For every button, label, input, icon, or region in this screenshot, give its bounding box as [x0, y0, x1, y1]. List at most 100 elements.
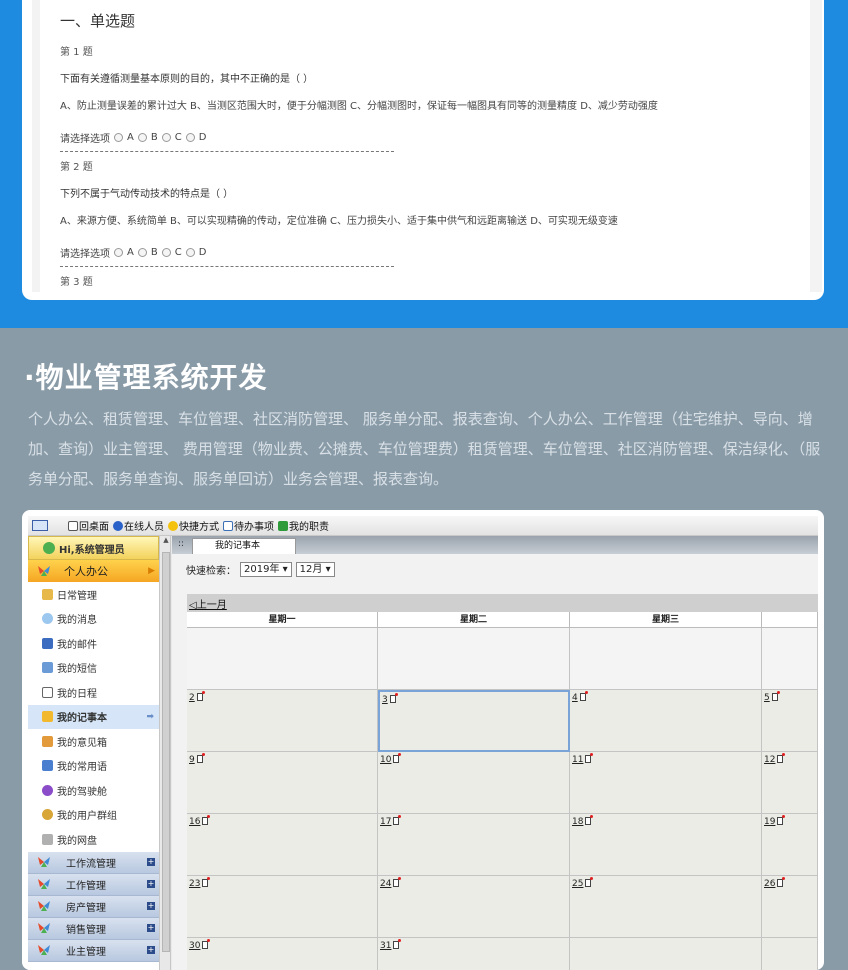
sidebar-item-netdisk[interactable]: 我的网盘 — [28, 827, 159, 852]
sidebar-item-cockpit[interactable]: 我的驾驶舱 — [28, 778, 159, 803]
add-note-icon[interactable] — [777, 877, 786, 887]
add-note-icon[interactable] — [585, 753, 594, 763]
expand-icon[interactable]: + — [147, 924, 155, 932]
calendar-day[interactable]: 2 — [187, 690, 378, 752]
add-note-icon[interactable] — [393, 877, 402, 887]
add-note-icon[interactable] — [579, 691, 588, 701]
sidebar-item-notebook[interactable]: 我的记事本 ➡ — [28, 704, 159, 729]
month-select[interactable]: 12月 ▾ — [295, 561, 335, 577]
add-note-icon[interactable] — [202, 939, 211, 949]
add-note-icon[interactable] — [389, 693, 398, 703]
tab-notebook[interactable]: 我的记事本 — [192, 538, 296, 554]
add-note-icon[interactable] — [393, 815, 402, 825]
calendar-day[interactable]: 9 — [187, 752, 378, 814]
calendar-day[interactable]: 31 — [378, 938, 570, 970]
add-note-icon[interactable] — [196, 691, 205, 701]
calendar-day[interactable]: 5 — [762, 690, 818, 752]
radio-a[interactable] — [114, 133, 123, 142]
toolbar-online-users[interactable]: 在线人员 — [113, 518, 164, 533]
calendar-day[interactable]: 18 — [570, 814, 762, 876]
calendar-day[interactable]: 17 — [378, 814, 570, 876]
add-note-icon[interactable] — [585, 877, 594, 887]
sidebar-group-owner[interactable]: 业主管理 + — [28, 939, 159, 962]
add-note-icon[interactable] — [393, 939, 402, 949]
day-number[interactable]: 12 — [764, 755, 775, 765]
day-number[interactable]: 16 — [189, 817, 200, 827]
year-select[interactable]: 2019年 ▾ — [240, 561, 292, 577]
sidebar-group-workflow[interactable]: 工作流管理 + — [28, 851, 159, 874]
expand-icon[interactable]: + — [147, 880, 155, 888]
expand-icon[interactable]: + — [147, 946, 155, 954]
scroll-thumb[interactable] — [162, 552, 170, 952]
day-number[interactable]: 25 — [572, 879, 583, 889]
calendar-day[interactable]: 10 — [378, 752, 570, 814]
expand-icon[interactable]: + — [147, 902, 155, 910]
day-number[interactable]: 31 — [380, 941, 391, 951]
radio-a[interactable] — [114, 248, 123, 257]
scroll-up-icon[interactable]: ▲ — [161, 536, 171, 548]
add-note-icon[interactable] — [393, 753, 402, 763]
calendar-day[interactable]: 25 — [570, 876, 762, 938]
sidebar-group-property[interactable]: 房产管理 + — [28, 895, 159, 918]
day-number[interactable]: 24 — [380, 879, 391, 889]
toolbar-duties[interactable]: 我的职责 — [278, 518, 329, 533]
sidebar-item-user-groups[interactable]: 我的用户群组 — [28, 803, 159, 828]
day-number[interactable]: 26 — [764, 879, 775, 889]
day-number[interactable]: 30 — [189, 941, 200, 951]
radio-b[interactable] — [137, 133, 147, 142]
sidebar-item-sms[interactable]: 我的短信 — [28, 656, 159, 681]
calendar-day[interactable]: 24 — [378, 876, 570, 938]
sidebar-group-work[interactable]: 工作管理 + — [28, 873, 159, 896]
day-number[interactable]: 19 — [764, 817, 775, 827]
add-note-icon[interactable] — [585, 815, 594, 825]
calendar-day[interactable]: 4 — [570, 690, 762, 752]
toolbar-todo[interactable]: 待办事项 — [223, 518, 274, 533]
add-note-icon[interactable] — [771, 691, 780, 701]
calendar-day[interactable] — [187, 628, 378, 690]
day-number[interactable]: 17 — [380, 817, 391, 827]
calendar-day[interactable]: 23 — [187, 876, 378, 938]
calendar-day[interactable] — [762, 628, 818, 690]
radio-c[interactable] — [161, 133, 171, 142]
sidebar-scrollbar[interactable]: ▲ — [161, 536, 171, 970]
calendar-day[interactable] — [378, 628, 570, 690]
sidebar-item-mail[interactable]: 我的邮件 — [28, 631, 159, 656]
toolbar-shortcuts[interactable]: 快捷方式 — [168, 518, 219, 533]
day-number[interactable]: 2 — [189, 693, 195, 703]
sidebar-head-personal-office[interactable]: 个人办公 ▶ — [28, 560, 159, 582]
day-number[interactable]: 23 — [189, 879, 200, 889]
calendar-day[interactable] — [570, 628, 762, 690]
day-number[interactable]: 3 — [382, 695, 388, 705]
calendar-day[interactable]: 11 — [570, 752, 762, 814]
calendar-day[interactable]: 12 — [762, 752, 818, 814]
radio-d[interactable] — [185, 248, 195, 257]
calendar-day[interactable]: 16 — [187, 814, 378, 876]
calendar-day[interactable] — [762, 938, 818, 970]
toolbar-home[interactable]: 回桌面 — [68, 518, 109, 533]
radio-d[interactable] — [185, 133, 195, 142]
add-note-icon[interactable] — [202, 815, 211, 825]
calendar-day[interactable]: 30 — [187, 938, 378, 970]
day-number[interactable]: 10 — [380, 755, 391, 765]
sidebar-item-phrases[interactable]: 我的常用语 — [28, 754, 159, 779]
radio-c[interactable] — [161, 248, 171, 257]
add-note-icon[interactable] — [196, 753, 205, 763]
sidebar-item-daily[interactable]: 日常管理 — [28, 582, 159, 607]
sidebar-item-schedule[interactable]: 我的日程 — [28, 680, 159, 705]
calendar-day[interactable] — [570, 938, 762, 970]
day-number[interactable]: 4 — [572, 693, 578, 703]
radio-b[interactable] — [137, 248, 147, 257]
day-number[interactable]: 18 — [572, 817, 583, 827]
day-number[interactable]: 11 — [572, 755, 583, 765]
day-number[interactable]: 9 — [189, 755, 195, 765]
add-note-icon[interactable] — [202, 877, 211, 887]
calendar-day[interactable]: 3 — [378, 690, 570, 752]
day-number[interactable]: 5 — [764, 693, 770, 703]
sidebar-group-sales[interactable]: 销售管理 + — [28, 917, 159, 940]
sidebar-item-messages[interactable]: 我的消息 — [28, 607, 159, 632]
add-note-icon[interactable] — [777, 753, 786, 763]
sidebar-item-suggestion-box[interactable]: 我的意见箱 — [28, 729, 159, 754]
prev-month-link[interactable]: ◁上一月 — [189, 596, 227, 611]
expand-icon[interactable]: + — [147, 858, 155, 866]
add-note-icon[interactable] — [777, 815, 786, 825]
